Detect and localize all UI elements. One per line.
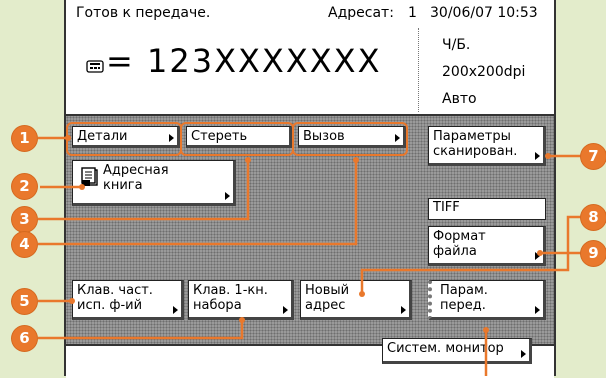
callout-2: 2 xyxy=(12,174,37,199)
callout-1: 1 xyxy=(12,126,37,151)
callout-9: 9 xyxy=(581,241,606,266)
callout-5: 5 xyxy=(12,289,37,314)
callout-8: 8 xyxy=(581,205,606,230)
callout-3: 3 xyxy=(12,207,37,232)
callout-7: 7 xyxy=(581,144,606,169)
callout-4: 4 xyxy=(12,232,37,257)
callout-6: 6 xyxy=(12,326,37,351)
callout-leader-lines xyxy=(38,135,584,376)
